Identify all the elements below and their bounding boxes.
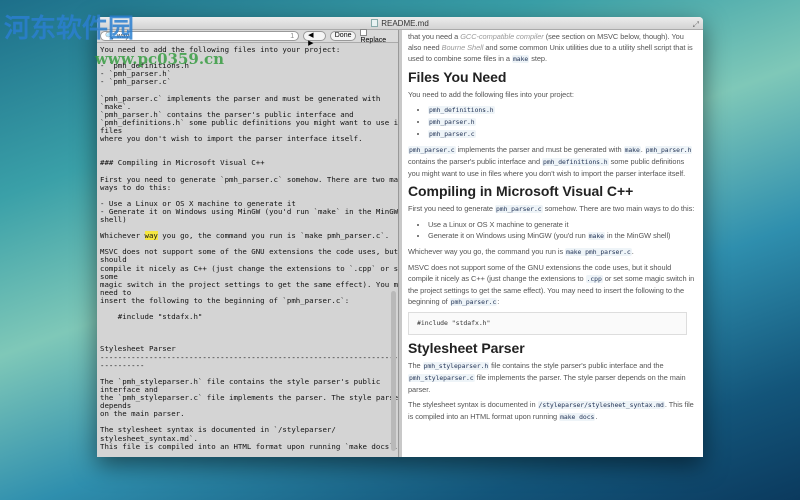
document-icon — [371, 19, 379, 27]
source-line: on the main parser. — [100, 409, 185, 419]
window-title: README.md — [381, 19, 429, 28]
title-bar[interactable]: README.md ⤢ — [97, 17, 703, 30]
source-line: `pmh_parser.c` implements the parser and… — [100, 93, 381, 103]
source-line: - Generate it on Windows using MinGW (yo… — [100, 206, 399, 216]
source-line: magic switch in the project settings to … — [100, 279, 408, 289]
ways-list: Use a Linux or OS X machine to generate … — [428, 219, 697, 242]
source-line: compile it nicely as C++ (just change th… — [100, 263, 408, 273]
replace-checkbox[interactable]: Replace — [360, 28, 395, 44]
source-text: Whichever — [100, 231, 145, 241]
scrollbar[interactable] — [391, 46, 397, 453]
source-line: `pmh_definitions.h` some public definiti… — [100, 117, 403, 127]
files-intro: You need to add the following files into… — [408, 90, 574, 99]
source-line: #include "stdafx.h" — [100, 312, 203, 322]
source-line: ---------- — [100, 360, 145, 370]
list-item: pmh_parser.c — [428, 128, 697, 140]
paragraph: pmh_parser.c implements the parser and m… — [408, 145, 693, 178]
heading-msvc: Compiling in Microsoft Visual C++ — [408, 183, 634, 199]
preview-pane[interactable]: that you need a GCC-compatible compiler … — [402, 30, 703, 457]
source-line — [100, 321, 388, 329]
link[interactable]: Bourne Shell — [442, 43, 484, 52]
markdown-source[interactable]: You need to add the following files into… — [100, 45, 420, 451]
source-line: Whichever way you go, the command you ru… — [100, 231, 390, 241]
watermark-logo: 河东软件园 — [4, 14, 135, 44]
paragraph: Whichever way you go, the command you ru… — [408, 247, 634, 256]
heading-stylesheet: Stylesheet Parser — [408, 340, 525, 356]
source-line: ways to do this: — [100, 182, 172, 192]
source-line: MSVC does not support some of the GNU ex… — [100, 247, 412, 257]
source-line: insert the following to the beginning of… — [100, 295, 350, 305]
list-item: pmh_definitions.h — [428, 104, 697, 116]
source-line: ### Compiling in Microsoft Visual C++ — [100, 158, 265, 168]
list-item: Generate it on Windows using MinGW (you'… — [428, 230, 697, 242]
search-match-highlight: way — [144, 231, 158, 241]
code-block: #include "stdafx.h" — [408, 312, 687, 335]
source-line — [100, 329, 388, 337]
source-line: where you don't wish to import the parse… — [100, 134, 363, 144]
list-item: Use a Linux or OS X machine to generate … — [428, 219, 697, 230]
paragraph: First you need to generate pmh_parser.c … — [408, 204, 695, 213]
source-line: shell) — [100, 214, 127, 224]
replace-label: Replace — [360, 36, 387, 44]
match-count: 1 — [290, 32, 295, 40]
source-text: you go, the command you run is `make pmh… — [157, 231, 390, 241]
source-line: - `pmh_parser.c` — [100, 77, 172, 87]
source-pane[interactable]: 🔍 way 1 ◀ ▶ Done Replace You need to add… — [97, 28, 420, 457]
editor-window: README.md ⤢ 🔍 way 1 ◀ ▶ Done Replace You… — [97, 17, 703, 457]
paragraph: The pmh_styleparser.h file contains the … — [408, 361, 686, 394]
source-line: This file is compiled into an HTML forma… — [100, 441, 399, 451]
intro-paragraph: that you need a GCC-compatible compiler … — [408, 32, 693, 63]
paragraph: MSVC does not support some of the GNU ex… — [408, 263, 695, 306]
source-line: the `pmh_styleparser.c` file implements … — [100, 393, 403, 403]
heading-files: Files You Need — [408, 69, 507, 85]
source-line — [100, 143, 388, 151]
prev-next-buttons[interactable]: ◀ ▶ — [303, 31, 326, 47]
find-bar: 🔍 way 1 ◀ ▶ Done Replace — [97, 28, 398, 47]
paragraph: The stylesheet syntax is documented in /… — [408, 400, 694, 421]
done-button[interactable]: Done — [329, 31, 357, 41]
list-item: pmh_parser.h — [428, 116, 697, 128]
watermark-url: www.pc0359.cn — [95, 50, 225, 68]
link[interactable]: GCC-compatible compiler — [460, 32, 544, 41]
files-list: pmh_definitions.h pmh_parser.h pmh_parse… — [428, 104, 697, 140]
